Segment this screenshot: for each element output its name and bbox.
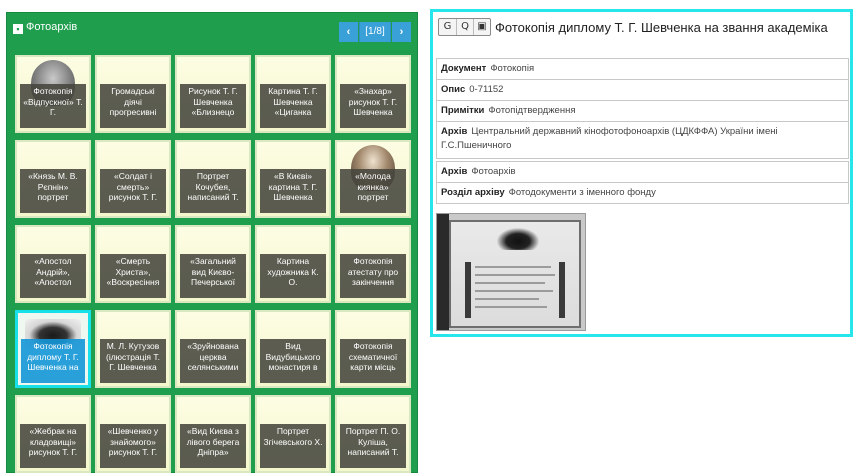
tile-caption: Фотокопія схематичної карти місць [340,339,406,383]
tile-caption: «Апостол Андрій», «Апостол [20,254,86,298]
field-value: Фотопідтвердження [488,105,576,116]
gallery-tile[interactable]: «Вид Києва з лівого берега Дніпра» [175,395,251,473]
gallery-tile[interactable]: Фотокопія атестату про закінчення [335,225,411,303]
diploma-image [449,220,581,328]
field-label: Документ [441,63,487,74]
tile-caption: Рисунок Т. Г. Шевченка «Близнецо [180,84,246,128]
tile-caption: Портрет Кочубея, написаний Т. [180,169,246,213]
tile-caption: «Князь М. В. Рєпнін» портрет [20,169,86,213]
document-detail-panel: G Q ▣ Фотокопія диплому Т. Г. Шевченка н… [430,9,853,337]
tile-caption: Фотокопія «Відпускної» Т. Г. [20,84,86,128]
tile-caption: «Молода киянка» портрет [340,169,406,213]
gallery-tile[interactable]: Фотокопія диплому Т. Г. Шевченка на [15,310,91,388]
gallery-tile[interactable]: «Шевченко у знайомого» рисунок Т. Г. [95,395,171,473]
tile-caption: «Жебрак на кладовищі» рисунок Т. Г. [20,424,86,468]
field-inventory: Опис 0-71152 [436,79,849,101]
field-label: Архів [441,126,468,137]
gallery-tile[interactable]: Громадські діячі прогресивні [95,55,171,133]
tile-caption: «В Києві» картина Т. Г. Шевченка [260,169,326,213]
gallery-tile[interactable]: «Смерть Христа», «Воскресіння [95,225,171,303]
next-page-button[interactable]: › [392,22,411,42]
gallery-tile[interactable]: Портрет Згічевського Х. [255,395,331,473]
text-line [475,274,555,276]
field-label: Розділ архіву [441,187,505,198]
gallery-tile[interactable]: «Зруйнована церква селянськими [175,310,251,388]
gallery-tile[interactable]: Картина художника К. О. [255,225,331,303]
document-photo[interactable] [436,213,586,331]
collapse-toggle-icon[interactable]: ▪ [13,24,23,34]
text-line [475,290,553,292]
detail-toolbar: G Q ▣ Фотокопія диплому Т. Г. Шевченка н… [438,16,828,38]
search-icon[interactable]: Q [456,19,473,35]
gallery-tile[interactable]: «Князь М. В. Рєпнін» портрет [15,140,91,218]
gallery-tile[interactable]: «Солдат і смерть» рисунок Т. Г. [95,140,171,218]
map-icon[interactable]: ▣ [473,19,490,35]
gallery-tile[interactable]: «Загальний вид Києво-Печерської [175,225,251,303]
gallery-tile[interactable]: Рисунок Т. Г. Шевченка «Близнецо [175,55,251,133]
gallery-tile[interactable]: «В Києві» картина Т. Г. Шевченка [255,140,331,218]
text-line [475,282,545,284]
field-label: Примітки [441,105,485,116]
field-archive-section: Розділ архіву Фотодокументи з іменного фо… [436,182,849,204]
text-line [475,306,547,308]
gallery-pager: ‹ [1/8] › [339,22,411,42]
tile-grid: Фотокопія «Відпускної» Т. Г. Громадські д… [15,55,413,473]
tile-caption: «Знахар» рисунок Т. Г. Шевченка [340,84,406,128]
tile-caption: «Смерть Христа», «Воскресіння [100,254,166,298]
field-notes: Примітки Фотопідтвердження [436,100,849,122]
gallery-tile[interactable]: «Жебрак на кладовищі» рисунок Т. Г. [15,395,91,473]
column-ornament [465,262,471,318]
field-archive-name: Архів Фотоархів [436,161,849,183]
tile-caption: Картина художника К. О. [260,254,326,298]
text-line [475,298,539,300]
gallery-header: ▪ Фотоархів ‹ [1/8] › [7,13,417,51]
tile-caption: Портрет Згічевського Х. [260,424,326,468]
field-value: Фотодокументи з іменного фонду [508,187,656,198]
gallery-tile[interactable]: Фотокопія схематичної карти місць [335,310,411,388]
gallery-tile[interactable]: Вид Видубицького монастиря в [255,310,331,388]
gallery-tile[interactable]: Портрет Кочубея, написаний Т. [175,140,251,218]
gallery-tile[interactable]: Фотокопія «Відпускної» Т. Г. [15,55,91,133]
field-label: Архів [441,166,468,177]
field-value: Фотокопія [490,63,535,74]
gallery-tile[interactable]: М. Л. Кутузов (ілюстрація Т. Г. Шевченка [95,310,171,388]
tile-caption: Вид Видубицького монастиря в [260,339,326,383]
tile-caption: Портрет П. О. Куліша, написаний Т. [340,424,406,468]
field-document: Документ Фотокопія [436,58,849,80]
tile-caption: Картина Т. Г. Шевченка «Циганка [260,84,326,128]
tile-caption: «Вид Києва з лівого берега Дніпра» [180,424,246,468]
photo-archive-panel: ▪ Фотоархів ‹ [1/8] › Фотокопія «Відпуск… [6,12,418,473]
tile-caption: Громадські діячі прогресивні [100,84,166,128]
gallery-tile[interactable]: Портрет П. О. Куліша, написаний Т. [335,395,411,473]
page-counter: [1/8] [359,22,391,42]
tile-caption: Фотокопія атестату про закінчення [340,254,406,298]
tile-caption: «Зруйнована церква селянськими [180,339,246,383]
gallery-tile[interactable]: Картина Т. Г. Шевченка «Циганка [255,55,331,133]
field-value: Фотоархів [471,166,516,177]
tile-caption: «Солдат і смерть» рисунок Т. Г. [100,169,166,213]
document-title: Фотокопія диплому Т. Г. Шевченка на зван… [495,19,828,35]
text-line [475,266,551,268]
field-archive: Архів Центральний державний кінофотофоноа… [436,121,849,159]
tile-caption: «Загальний вид Києво-Печерської [180,254,246,298]
field-label: Опис [441,84,466,95]
tool-button-group: G Q ▣ [438,18,491,36]
tile-caption: М. Л. Кутузов (ілюстрація Т. Г. Шевченка [100,339,166,383]
gallery-title: Фотоархів [26,21,78,33]
gallery-tile[interactable]: «Знахар» рисунок Т. Г. Шевченка [335,55,411,133]
gallery-tile[interactable]: «Апостол Андрій», «Апостол [15,225,91,303]
prev-page-button[interactable]: ‹ [339,22,358,42]
tile-caption: «Шевченко у знайомого» рисунок Т. Г. [100,424,166,468]
column-ornament [559,262,565,318]
tile-caption: Фотокопія диплому Т. Г. Шевченка на [21,339,85,383]
google-search-button[interactable]: G [439,19,456,35]
field-value: 0-71152 [469,84,504,95]
field-value: Центральний державний кінофотофоноархів … [441,126,778,151]
gallery-tile[interactable]: «Молода киянка» портрет [335,140,411,218]
photo-shadow [437,214,449,330]
eagle-emblem-icon [497,228,539,250]
